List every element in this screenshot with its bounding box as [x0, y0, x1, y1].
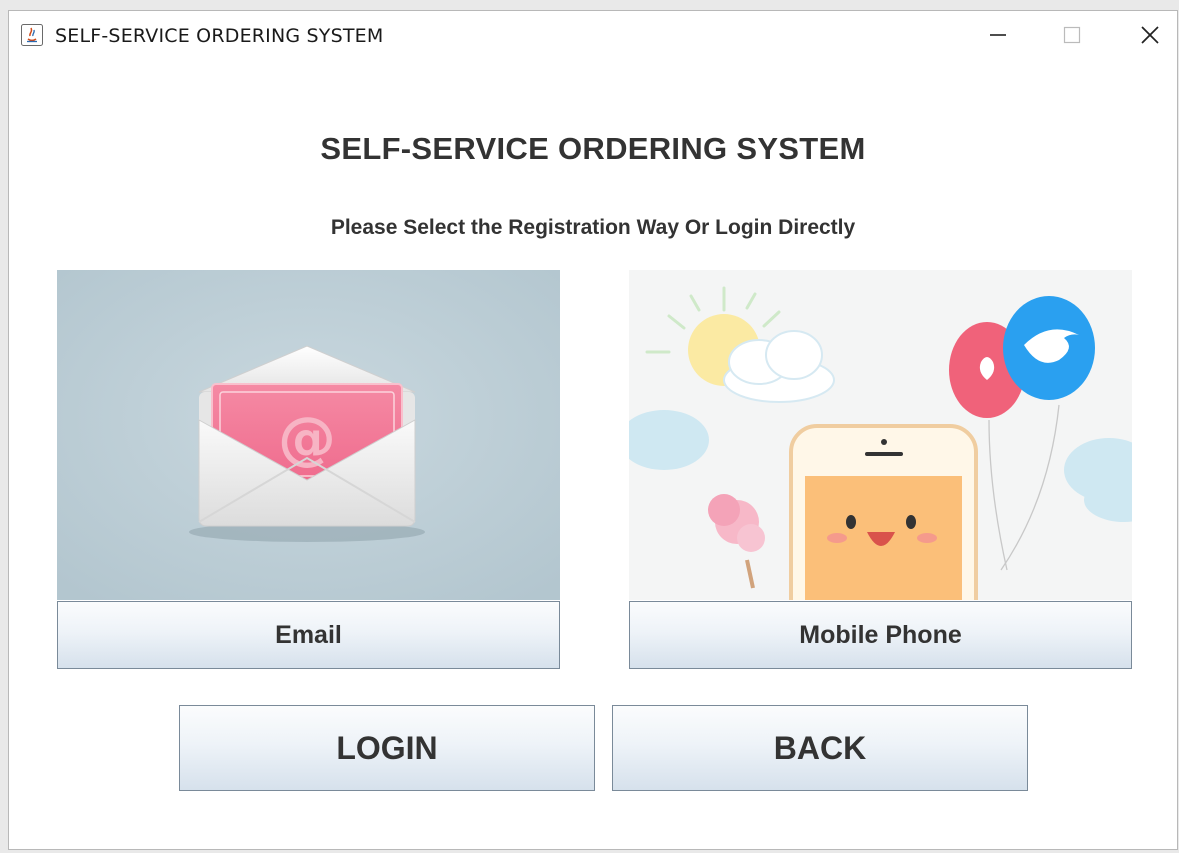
back-button[interactable]: BACK: [612, 705, 1028, 791]
close-button[interactable]: [1127, 17, 1173, 53]
email-register-button[interactable]: Email: [57, 601, 560, 669]
page-title: SELF-SERVICE ORDERING SYSTEM: [320, 131, 866, 166]
maximize-icon: [1063, 26, 1081, 44]
login-button[interactable]: LOGIN: [179, 705, 595, 791]
email-illustration: @: [57, 270, 560, 600]
window-title: SELF-SERVICE ORDERING SYSTEM: [55, 25, 384, 47]
phone-illustration: [629, 270, 1132, 600]
app-window: SELF-SERVICE ORDERING SYSTEM SELF-SERVIC…: [8, 10, 1178, 850]
phone-register-button[interactable]: Mobile Phone: [629, 601, 1132, 669]
maximize-button[interactable]: [1049, 17, 1095, 53]
close-icon: [1141, 26, 1159, 44]
minimize-button[interactable]: [975, 17, 1021, 53]
title-bar[interactable]: SELF-SERVICE ORDERING SYSTEM: [9, 11, 1177, 59]
java-icon: [21, 24, 43, 46]
svg-text:@: @: [278, 404, 336, 472]
page-subtitle: Please Select the Registration Way Or Lo…: [330, 216, 856, 239]
minimize-icon: [990, 34, 1006, 36]
